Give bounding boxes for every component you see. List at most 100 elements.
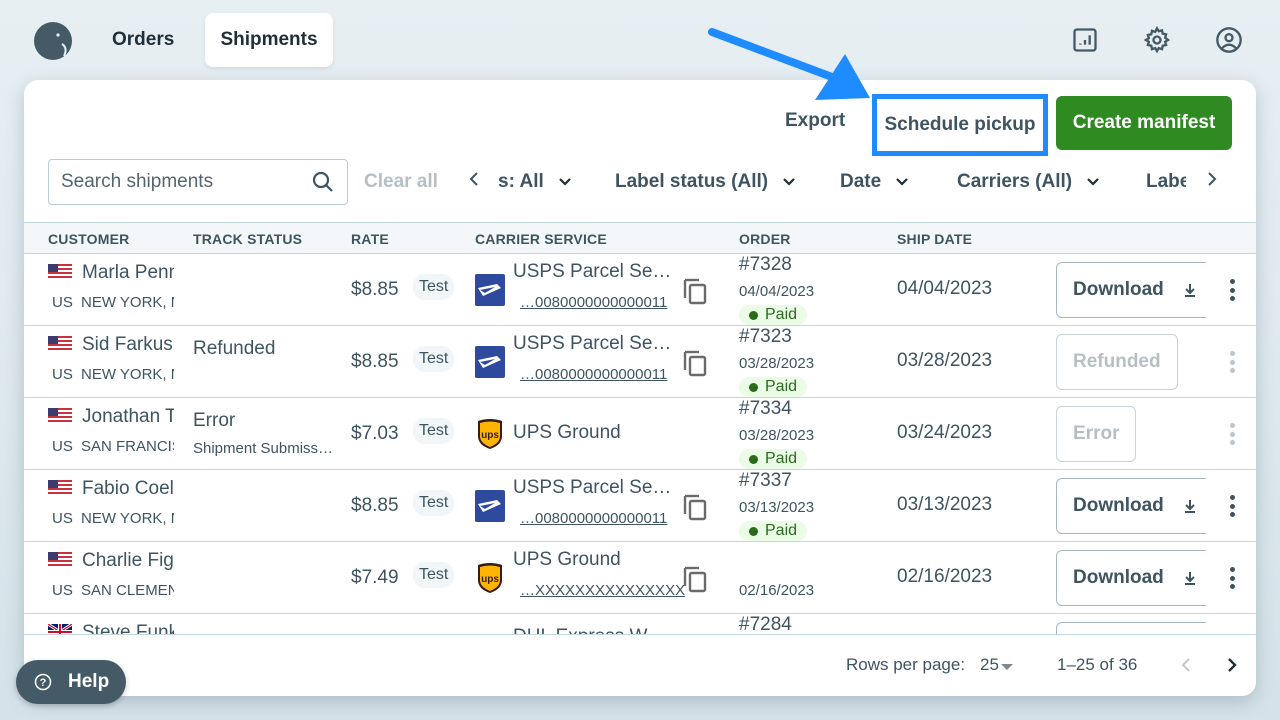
column-order[interactable]: ORDER — [739, 231, 791, 247]
payment-status-badge: Paid — [739, 521, 808, 541]
order-number[interactable]: #7337 — [739, 470, 792, 492]
filter-carriers[interactable]: Carriers (All) — [957, 159, 1100, 205]
tracking-number-link[interactable]: …0080000000000011 — [520, 510, 667, 527]
reports-icon[interactable] — [1069, 24, 1101, 56]
rate-value: $8.85 — [351, 495, 399, 516]
column-ship-date[interactable]: SHIP DATE — [897, 231, 972, 247]
more-options-icon[interactable] — [1224, 564, 1240, 592]
table-row[interactable]: Sid Farkus US NEW YORK, NY Refunded $8.85 Tes… — [24, 326, 1256, 398]
column-customer[interactable]: CUSTOMER — [48, 231, 129, 247]
caret-down-icon — [1000, 663, 1013, 670]
rate-value: $8.85 — [351, 279, 399, 300]
chevron-down-icon — [783, 178, 795, 186]
column-carrier-service[interactable]: CARRIER SERVICE — [475, 231, 607, 247]
customer-name[interactable]: Sid Farkus — [82, 334, 174, 356]
column-track-status[interactable]: TRACK STATUS — [193, 231, 302, 247]
more-options-icon[interactable] — [1224, 276, 1240, 304]
table-row[interactable]: Marla Penn US NEW YORK, NY $8.85 Test USPS Pa… — [24, 254, 1256, 326]
order-number[interactable]: #7323 — [739, 326, 792, 348]
chevron-down-icon — [1087, 178, 1099, 186]
copy-icon[interactable] — [681, 348, 709, 378]
copy-icon[interactable] — [681, 492, 709, 522]
rate-value: $7.49 — [351, 567, 399, 588]
filter-status[interactable]: s: All — [498, 159, 572, 205]
table-row[interactable]: Fabio Coelho US NEW YORK, NY $8.85 Test USPS … — [24, 470, 1256, 542]
download-label: Download — [1073, 279, 1164, 300]
download-label-button[interactable] — [1056, 622, 1206, 634]
create-manifest-button[interactable]: Create manifest — [1056, 96, 1232, 150]
order-date: 03/28/2023 — [739, 427, 815, 444]
carrier-service: USPS Parcel Se… — [513, 333, 672, 354]
table-row[interactable]: Jonathan T US SAN FRANCISCO Error Shipment S… — [24, 398, 1256, 470]
filter-date[interactable]: Date — [840, 159, 909, 205]
download-label-button[interactable]: Download — [1056, 262, 1206, 318]
order-date: 03/28/2023 — [739, 355, 815, 372]
customer-name[interactable]: Steve Funk — [82, 622, 174, 634]
help-icon: ? — [34, 673, 52, 691]
download-label-button[interactable]: Download — [1056, 550, 1206, 606]
customer-city: NEW YORK, NY — [81, 294, 174, 311]
flag-us-icon — [48, 264, 72, 280]
filter-label: Carriers (All) — [957, 171, 1073, 192]
flag-us-icon — [48, 336, 72, 352]
customer-name[interactable]: Charlie Figg — [82, 550, 174, 572]
column-rate[interactable]: RATE — [351, 231, 389, 247]
test-badge: Test — [413, 418, 455, 444]
more-options-icon[interactable] — [1224, 420, 1240, 448]
table-row[interactable]: Charlie Figg US SAN CLEMENTE $7.49 Test ups UP… — [24, 542, 1256, 614]
settings-icon[interactable] — [1141, 24, 1173, 56]
filter-label: s: All — [498, 171, 544, 192]
order-number[interactable]: #7284 — [739, 614, 792, 634]
customer-name[interactable]: Fabio Coelho — [82, 478, 174, 500]
search-field[interactable] — [48, 159, 348, 205]
search-icon[interactable] — [311, 170, 335, 194]
payment-status-badge: Paid — [739, 449, 808, 469]
download-label: Download — [1073, 495, 1164, 516]
logo-icon — [34, 22, 72, 60]
customer-name[interactable]: Marla Penn — [82, 262, 174, 284]
carrier-service: UPS Ground — [513, 422, 621, 443]
tab-shipments[interactable]: Shipments — [205, 13, 333, 67]
ship-date: 02/16/2023 — [897, 566, 993, 587]
previous-page-icon[interactable] — [1176, 655, 1196, 675]
carrier-service: USPS Parcel Se… — [513, 477, 672, 498]
more-options-icon[interactable] — [1224, 348, 1240, 376]
test-badge: Test — [413, 274, 455, 300]
search-input[interactable] — [61, 171, 301, 193]
tracking-number-link[interactable]: …XXXXXXXXXXXXXXX — [520, 582, 685, 599]
filters-scroll-right-icon[interactable] — [1206, 170, 1218, 194]
export-button[interactable]: Export — [785, 110, 845, 132]
tracking-number-link[interactable]: …0080000000000011 — [520, 366, 667, 383]
order-number[interactable]: #7334 — [739, 398, 792, 420]
copy-icon[interactable] — [681, 276, 709, 306]
download-label-button[interactable]: Download — [1056, 478, 1206, 534]
schedule-pickup-button[interactable]: Schedule pickup — [872, 94, 1048, 156]
customer-name[interactable]: Jonathan T — [82, 406, 174, 428]
table-row[interactable]: Steve Funk DHL Express W #7284 — [24, 614, 1256, 634]
usps-logo-icon — [475, 490, 505, 522]
tracking-number-link[interactable]: …0080000000000011 — [520, 294, 667, 311]
test-badge: Test — [413, 562, 455, 588]
payment-status-badge: Paid — [739, 377, 808, 397]
filter-label-truncated[interactable]: Labe — [1146, 159, 1186, 205]
label-status-button: Error — [1056, 406, 1137, 462]
ship-date: 03/28/2023 — [897, 350, 993, 371]
help-button[interactable]: ? Help — [16, 660, 126, 704]
order-number[interactable]: #7328 — [739, 254, 792, 276]
filter-label-status[interactable]: Label status (All) — [615, 159, 796, 205]
next-page-icon[interactable] — [1222, 655, 1242, 675]
filters-scroll-left-icon[interactable] — [468, 170, 480, 194]
rows-per-page-select[interactable]: 25 — [980, 655, 1013, 675]
ups-logo-icon: ups — [478, 419, 502, 449]
account-icon[interactable] — [1213, 24, 1245, 56]
copy-icon[interactable] — [681, 564, 709, 594]
customer-city: NEW YORK, NY — [81, 366, 174, 383]
customer-city: SAN FRANCISCO — [81, 438, 174, 455]
payment-status: Paid — [765, 450, 798, 467]
tab-orders[interactable]: Orders — [96, 13, 190, 67]
rows-per-page-value: 25 — [980, 655, 999, 674]
more-options-icon[interactable] — [1224, 492, 1240, 520]
flag-gb-icon — [48, 624, 72, 634]
clear-all-button[interactable]: Clear all — [364, 171, 438, 193]
ship-date: 03/24/2023 — [897, 422, 993, 443]
